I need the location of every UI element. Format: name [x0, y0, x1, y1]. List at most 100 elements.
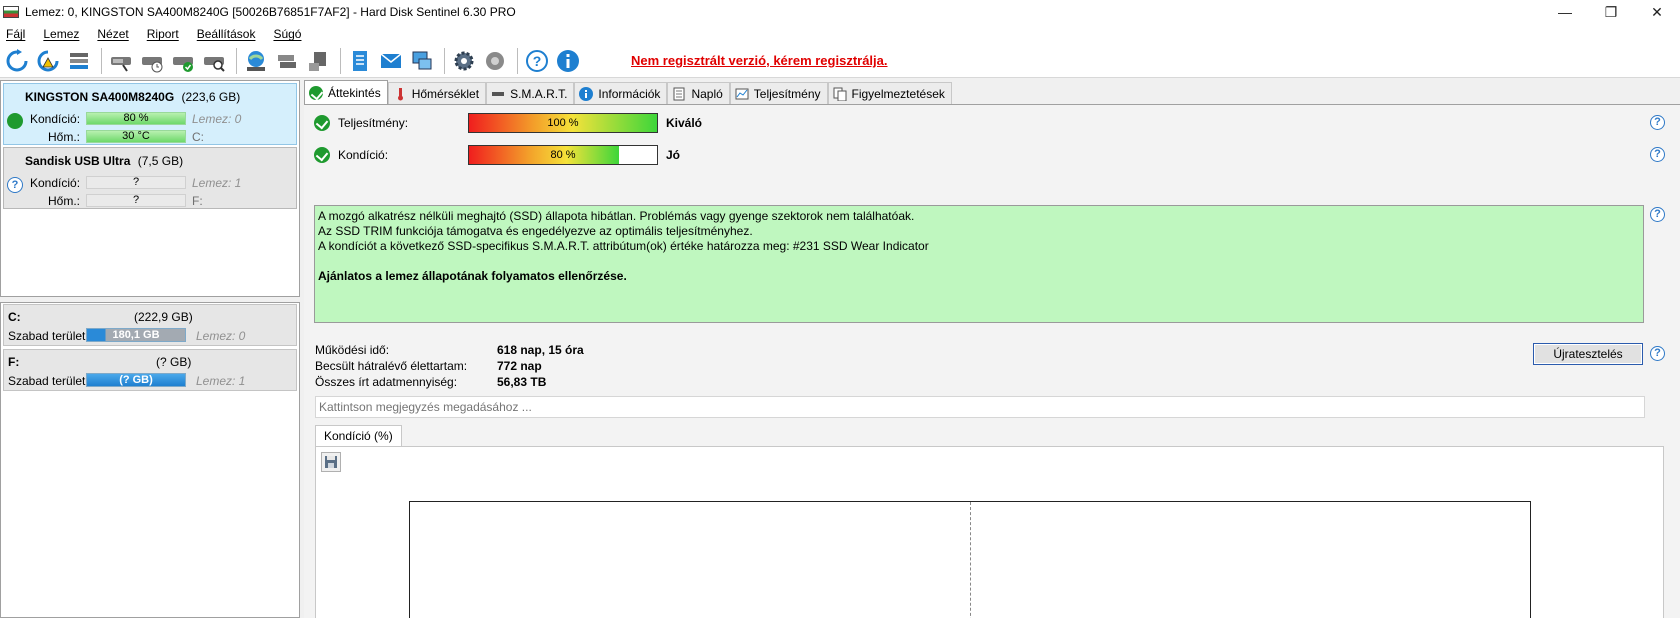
disk-schedule-icon[interactable]: [138, 47, 166, 75]
disk-network-icon[interactable]: [273, 47, 301, 75]
total-written-value: 56,83 TB: [497, 375, 547, 389]
app-flag-icon: [3, 6, 19, 18]
menu-file[interactable]: Fájl: [6, 27, 25, 41]
tab-label: Teljesítmény: [753, 86, 821, 101]
menu-disk[interactable]: Lemez: [43, 27, 79, 41]
condition-rating: Jó: [666, 148, 681, 162]
volume-list-panel: C: (222,9 GB) Szabad terület 180,1 GB Le…: [0, 302, 300, 618]
condition-row: Kondíció: 80 % Jó: [314, 144, 814, 166]
volume-card-c[interactable]: C: (222,9 GB) Szabad terület 180,1 GB Le…: [3, 304, 297, 346]
performance-ok-icon: [314, 115, 330, 131]
info-icon[interactable]: [554, 47, 582, 75]
report-icon[interactable]: [346, 47, 374, 75]
disk-ok-icon[interactable]: [169, 47, 197, 75]
disk-title: Sandisk USB Ultra (7,5 GB): [25, 154, 183, 168]
volume-card-f[interactable]: F: (? GB) Szabad terület (? GB) Lemez: 1: [3, 349, 297, 391]
help-icon[interactable]: ?: [1650, 346, 1665, 361]
performance-chart-icon: [735, 87, 749, 101]
window-controls: — ❐ ✕: [1542, 0, 1680, 24]
condition-label: Kondíció:: [30, 176, 81, 190]
free-space-label: Szabad terület: [8, 374, 86, 388]
disk-size: (223,6 GB): [181, 90, 241, 104]
toolbar: ? Nem regisztrált verzió, kérem regisztr…: [0, 44, 1680, 78]
tab-label: Napló: [691, 86, 723, 101]
temperature-bar: ?: [86, 194, 186, 207]
help-icon[interactable]: ?: [523, 47, 551, 75]
menu-help[interactable]: Súgó: [273, 27, 301, 41]
alerts-document-icon: [833, 87, 847, 101]
disk-card-sandisk[interactable]: Sandisk USB Ultra (7,5 GB) ? Kondíció: ?…: [3, 147, 297, 209]
free-space-bar: 180,1 GB: [86, 328, 186, 342]
close-icon[interactable]: ✕: [1634, 0, 1680, 24]
toolbar-separator: [340, 47, 341, 74]
minimize-icon[interactable]: —: [1542, 0, 1588, 24]
temperature-label: Hőm.:: [48, 194, 81, 208]
status-line: A kondíciót a következő SSD-specifikus S…: [318, 239, 929, 253]
toolbar-separator: [101, 47, 102, 74]
menu-settings[interactable]: Beállítások: [197, 27, 256, 41]
thermometer-icon: [393, 87, 407, 101]
tab-overview[interactable]: Áttekintés: [304, 80, 388, 104]
menu-report[interactable]: Riport: [147, 27, 179, 41]
disk-ref: Lemez: 1: [192, 176, 242, 190]
tab-label: Figyelmeztetések: [851, 86, 945, 101]
email-icon[interactable]: [377, 47, 405, 75]
note-input[interactable]: [315, 396, 1645, 418]
performance-label: Teljesítmény:: [338, 116, 409, 130]
status-line: Az SSD TRIM funkciója támogatva és enged…: [318, 224, 753, 238]
settings-gear-icon[interactable]: [450, 47, 478, 75]
disk-list-panel: KINGSTON SA400M8240G (223,6 GB) Kondíció…: [0, 80, 300, 297]
refresh-icon[interactable]: [3, 47, 31, 75]
disk-name: KINGSTON SA400M8240G: [25, 90, 175, 104]
register-link[interactable]: Nem regisztrált verzió, kérem regisztrál…: [631, 53, 888, 68]
restore-icon[interactable]: ❐: [1588, 0, 1634, 24]
free-space-bar: (? GB): [86, 373, 186, 387]
condition-ok-icon: [314, 147, 330, 163]
chart-gridline: [970, 502, 971, 618]
remaining-life-label: Becsült hátralévő élettartam:: [315, 359, 468, 373]
uptime-value: 618 nap, 15 óra: [497, 343, 584, 357]
network-globe-icon[interactable]: [242, 47, 270, 75]
refresh-warning-icon[interactable]: [34, 47, 62, 75]
help-icon[interactable]: ?: [1650, 115, 1665, 130]
sound-icon[interactable]: [481, 47, 509, 75]
volume-drive: F:: [8, 355, 20, 369]
performance-rating: Kiváló: [666, 116, 703, 130]
condition-label: Kondíció:: [338, 148, 389, 162]
tab-condition-chart[interactable]: Kondíció (%): [315, 425, 402, 447]
disk-size: (7,5 GB): [137, 154, 184, 168]
retest-button[interactable]: Újratesztelés: [1533, 343, 1643, 365]
disk-card-kingston[interactable]: KINGSTON SA400M8240G (223,6 GB) Kondíció…: [3, 83, 297, 145]
disk-test-icon[interactable]: [107, 47, 135, 75]
disk-list-icon[interactable]: [65, 47, 93, 75]
title-bar: Lemez: 0, KINGSTON SA400M8240G [50026B76…: [0, 0, 1680, 24]
condition-bar: ?: [86, 176, 186, 189]
menu-bar: Fájl Lemez Nézet Riport Beállítások Súgó: [0, 24, 1680, 44]
usb-disk-icon[interactable]: [304, 47, 332, 75]
volume-drive: C:: [8, 310, 21, 324]
tab-bar: Áttekintés Hőmérséklet S.M.A.R.T. Inform…: [304, 80, 952, 104]
svg-text:?: ?: [533, 53, 542, 69]
tab-temperature[interactable]: Hőmérséklet: [387, 82, 487, 104]
help-icon[interactable]: ?: [1650, 147, 1665, 162]
monitor-network-icon[interactable]: [408, 47, 436, 75]
overview-panel: Teljesítmény: 100 % Kiváló ? Kondíció: 8…: [304, 104, 1680, 618]
save-icon[interactable]: [321, 452, 341, 472]
drive-letter: F:: [192, 194, 203, 208]
tab-alerts[interactable]: Figyelmeztetések: [827, 82, 952, 104]
condition-bar: 80 %: [86, 112, 186, 125]
tab-smart[interactable]: S.M.A.R.T.: [486, 82, 575, 104]
menu-view[interactable]: Nézet: [97, 27, 128, 41]
disk-search-icon[interactable]: [200, 47, 228, 75]
condition-bar: 80 %: [468, 145, 658, 165]
tab-performance[interactable]: Teljesítmény: [729, 82, 828, 104]
detail-pane: Áttekintés Hőmérséklet S.M.A.R.T. Inform…: [304, 80, 1680, 618]
status-line: A mozgó alkatrész nélküli meghajtó (SSD)…: [318, 209, 915, 223]
tab-log[interactable]: Napló: [667, 82, 730, 104]
condition-chart-area: [315, 446, 1664, 618]
performance-value: 100 %: [547, 117, 579, 129]
tab-information[interactable]: Információk: [574, 82, 668, 104]
overview-check-icon: [309, 85, 323, 100]
toolbar-separator: [236, 47, 237, 74]
help-icon[interactable]: ?: [1650, 207, 1665, 222]
